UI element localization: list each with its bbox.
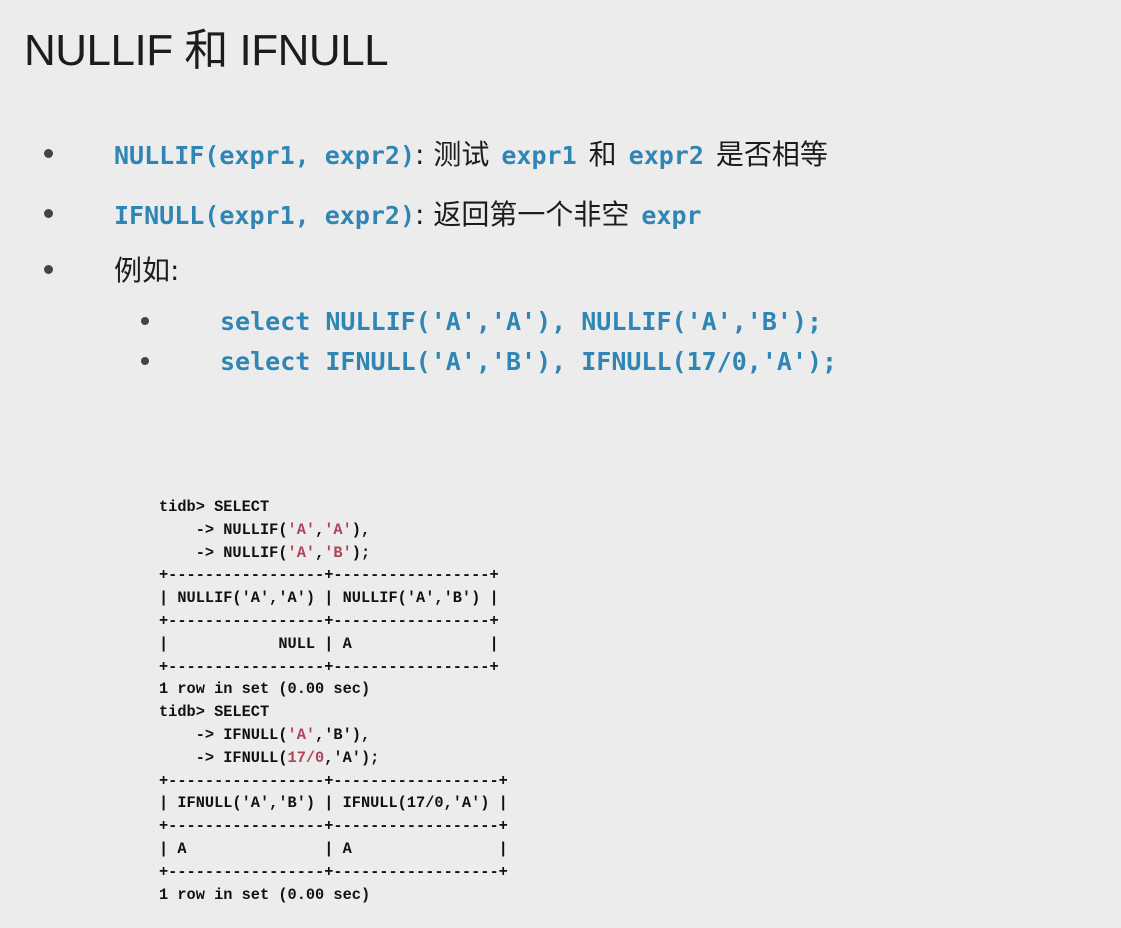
result-summary: 1 row in set (0.00 sec) [159, 885, 371, 904]
terminal-line: -> NULLIF('A','A'), [159, 520, 371, 539]
slide-title: NULLIF 和 IFNULL [24, 26, 389, 75]
bullet-dot-icon [141, 357, 149, 365]
example-query-ifnull: select IFNULL('A','B'), IFNULL(17/0,'A')… [220, 346, 838, 376]
bullet-dot-icon [44, 208, 53, 218]
bullet-dot-icon [44, 148, 53, 158]
bullet-text: 是否相等 [715, 138, 828, 171]
sql-literal: 'A' [287, 520, 316, 539]
terminal-line: -> IFNULL(17/0,'A'); [159, 748, 380, 767]
table-header: | IFNULL('A','B') | IFNULL(17/0,'A') | [159, 794, 508, 813]
code-nullif-signature: NULLIF(expr1, expr2) [114, 141, 416, 170]
terminal-line: -> NULLIF('A','B'); [159, 543, 371, 562]
code-expr: expr [641, 201, 702, 230]
example-query-nullif: select NULLIF('A','A'), NULLIF('A','B'); [220, 306, 823, 336]
terminal-line: -> IFNULL('A','B'), [159, 725, 371, 744]
sql-literal: 'B' [324, 543, 352, 562]
bullet-text: : 测试 [415, 138, 490, 171]
table-separator: +-----------------+------------------+ [159, 862, 508, 881]
bullet-dot-icon [44, 264, 53, 274]
terminal-line: tidb> SELECT [159, 703, 270, 722]
table-header: | NULLIF('A','A') | NULLIF('A','B') | [159, 589, 499, 608]
code-expr1: expr1 [501, 141, 577, 170]
table-row: | NULL | A | [159, 634, 499, 653]
table-separator: +-----------------+-----------------+ [159, 611, 499, 630]
table-separator: +-----------------+-----------------+ [159, 657, 499, 676]
result-summary: 1 row in set (0.00 sec) [159, 680, 371, 699]
sql-literal: 'A' [324, 520, 352, 539]
sql-literal: 'A' [287, 543, 316, 562]
example-label: 例如: [114, 254, 180, 287]
code-ifnull-signature: IFNULL(expr1, expr2) [114, 201, 416, 230]
bullet-dot-icon [141, 317, 149, 325]
bullet-text: 和 [588, 138, 617, 171]
code-expr2: expr2 [628, 141, 704, 170]
sql-literal: 'A' [287, 725, 316, 744]
terminal-line: tidb> SELECT [159, 498, 270, 516]
terminal-output: tidb> SELECT -> NULLIF('A','A'), -> NULL… [159, 496, 508, 906]
table-separator: +-----------------+------------------+ [159, 817, 508, 836]
table-separator: +-----------------+------------------+ [159, 771, 508, 790]
table-row: | A | A | [159, 839, 508, 858]
table-separator: +-----------------+-----------------+ [159, 566, 499, 585]
sql-literal: 17/0 [287, 748, 325, 767]
bullet-text: : 返回第一个非空 [415, 198, 630, 231]
